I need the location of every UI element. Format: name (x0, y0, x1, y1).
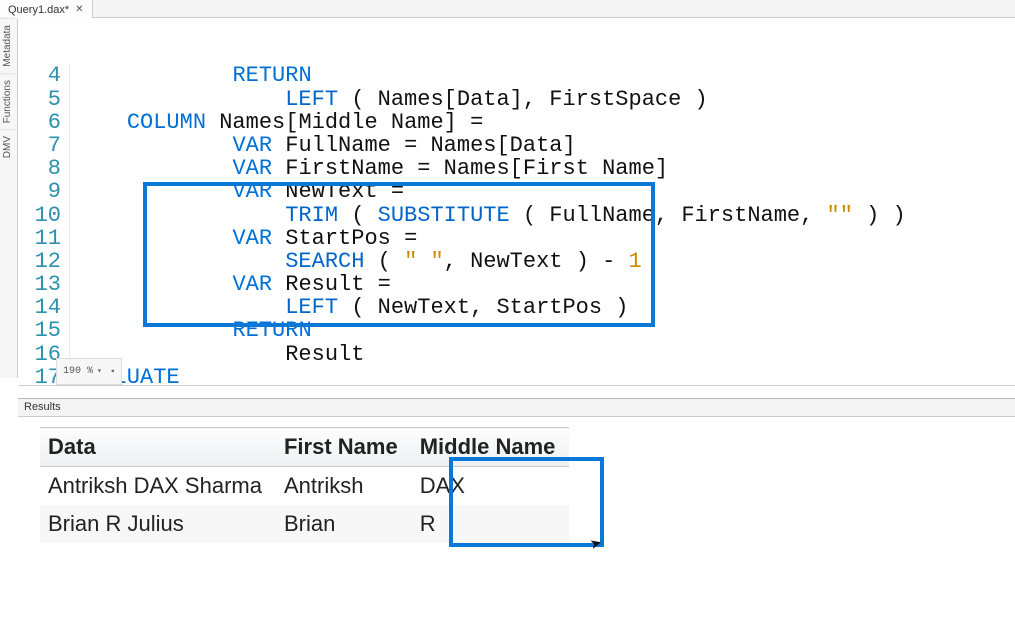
code-content[interactable]: RETURN (70, 64, 312, 87)
code-line[interactable]: 6 COLUMN Names[Middle Name] = (18, 111, 1015, 134)
code-content[interactable]: COLUMN Names[Middle Name] = (70, 111, 483, 134)
code-line[interactable]: 11 VAR StartPos = (18, 227, 1015, 250)
results-title: Results (18, 399, 1015, 417)
code-content[interactable]: RETURN (70, 319, 312, 342)
table-cell[interactable]: Brian R Julius (40, 505, 276, 543)
code-content[interactable]: VAR Result = (70, 273, 391, 296)
line-number: 8 (18, 157, 70, 180)
line-number: 5 (18, 88, 70, 111)
table-row[interactable]: Brian R JuliusBrianR (40, 505, 569, 543)
code-line[interactable]: 7 VAR FullName = Names[Data] (18, 134, 1015, 157)
code-line[interactable]: 9 VAR NewText = (18, 180, 1015, 203)
line-number: 13 (18, 273, 70, 296)
mouse-cursor-icon: ➤ (588, 534, 604, 553)
code-content[interactable]: LEFT ( NewText, StartPos ) (70, 296, 629, 319)
table-cell[interactable]: R (412, 505, 570, 543)
code-line[interactable]: 8 VAR FirstName = Names[First Name] (18, 157, 1015, 180)
zoom-value: 190 % (63, 360, 93, 383)
code-line[interactable]: 12 SEARCH ( " ", NewText ) - 1 (18, 250, 1015, 273)
code-line[interactable]: 15 RETURN (18, 319, 1015, 342)
sidetab-dmv[interactable]: DMV (0, 129, 15, 164)
line-number: 9 (18, 180, 70, 203)
code-line[interactable]: 5 LEFT ( Names[Data], FirstSpace ) (18, 88, 1015, 111)
code-editor[interactable]: 4 RETURN5 LEFT ( Names[Data], FirstSpace… (18, 18, 1015, 386)
code-line[interactable]: 14 LEFT ( NewText, StartPos ) (18, 296, 1015, 319)
table-cell[interactable]: DAX (412, 467, 570, 506)
code-content[interactable]: TRIM ( SUBSTITUTE ( FullName, FirstName,… (70, 204, 906, 227)
table-header-row: DataFirst NameMiddle Name (40, 428, 569, 467)
zoom-indicator[interactable]: 190 % ▾ ◂ (56, 358, 122, 385)
code-line[interactable]: 16 Result (18, 343, 1015, 366)
line-number: 10 (18, 204, 70, 227)
line-number: 11 (18, 227, 70, 250)
code-line[interactable]: 4 RETURN (18, 64, 1015, 87)
code-content[interactable]: VAR FullName = Names[Data] (70, 134, 576, 157)
close-icon[interactable]: ✕ (75, 4, 83, 15)
table-cell[interactable]: Antriksh DAX Sharma (40, 467, 276, 506)
line-number: 12 (18, 250, 70, 273)
table-row[interactable]: Antriksh DAX SharmaAntrikshDAX (40, 467, 569, 506)
code-line[interactable]: 17EVALUATE (18, 366, 1015, 386)
line-number: 7 (18, 134, 70, 157)
code-content[interactable]: LEFT ( Names[Data], FirstSpace ) (70, 88, 708, 111)
table-header-cell[interactable]: Middle Name (412, 428, 570, 467)
table-header-cell[interactable]: Data (40, 428, 276, 467)
line-number: 15 (18, 319, 70, 342)
table-cell[interactable]: Brian (276, 505, 412, 543)
code-content[interactable]: VAR StartPos = (70, 227, 417, 250)
file-tab-label: Query1.dax* (8, 4, 69, 16)
code-line[interactable]: 13 VAR Result = (18, 273, 1015, 296)
results-panel: Results DataFirst NameMiddle NameAntriks… (18, 398, 1015, 623)
line-number: 14 (18, 296, 70, 319)
side-tabs: Metadata Functions DMV (0, 18, 18, 378)
chevron-down-icon: ▾ (97, 360, 102, 383)
tab-bar: Query1.dax* ✕ (0, 0, 1015, 18)
chevron-right-icon: ◂ (110, 360, 115, 383)
table-header-cell[interactable]: First Name (276, 428, 412, 467)
sidetab-metadata[interactable]: Metadata (0, 18, 15, 73)
results-table[interactable]: DataFirst NameMiddle NameAntriksh DAX Sh… (40, 427, 569, 543)
code-line[interactable]: 10 TRIM ( SUBSTITUTE ( FullName, FirstNa… (18, 204, 1015, 227)
line-number: 6 (18, 111, 70, 134)
file-tab[interactable]: Query1.dax* ✕ (0, 0, 93, 18)
table-cell[interactable]: Antriksh (276, 467, 412, 506)
code-content[interactable]: SEARCH ( " ", NewText ) - 1 (70, 250, 642, 273)
code-content[interactable]: VAR FirstName = Names[First Name] (70, 157, 668, 180)
code-content[interactable]: VAR NewText = (70, 180, 404, 203)
sidetab-functions[interactable]: Functions (0, 73, 15, 129)
line-number: 4 (18, 64, 70, 87)
